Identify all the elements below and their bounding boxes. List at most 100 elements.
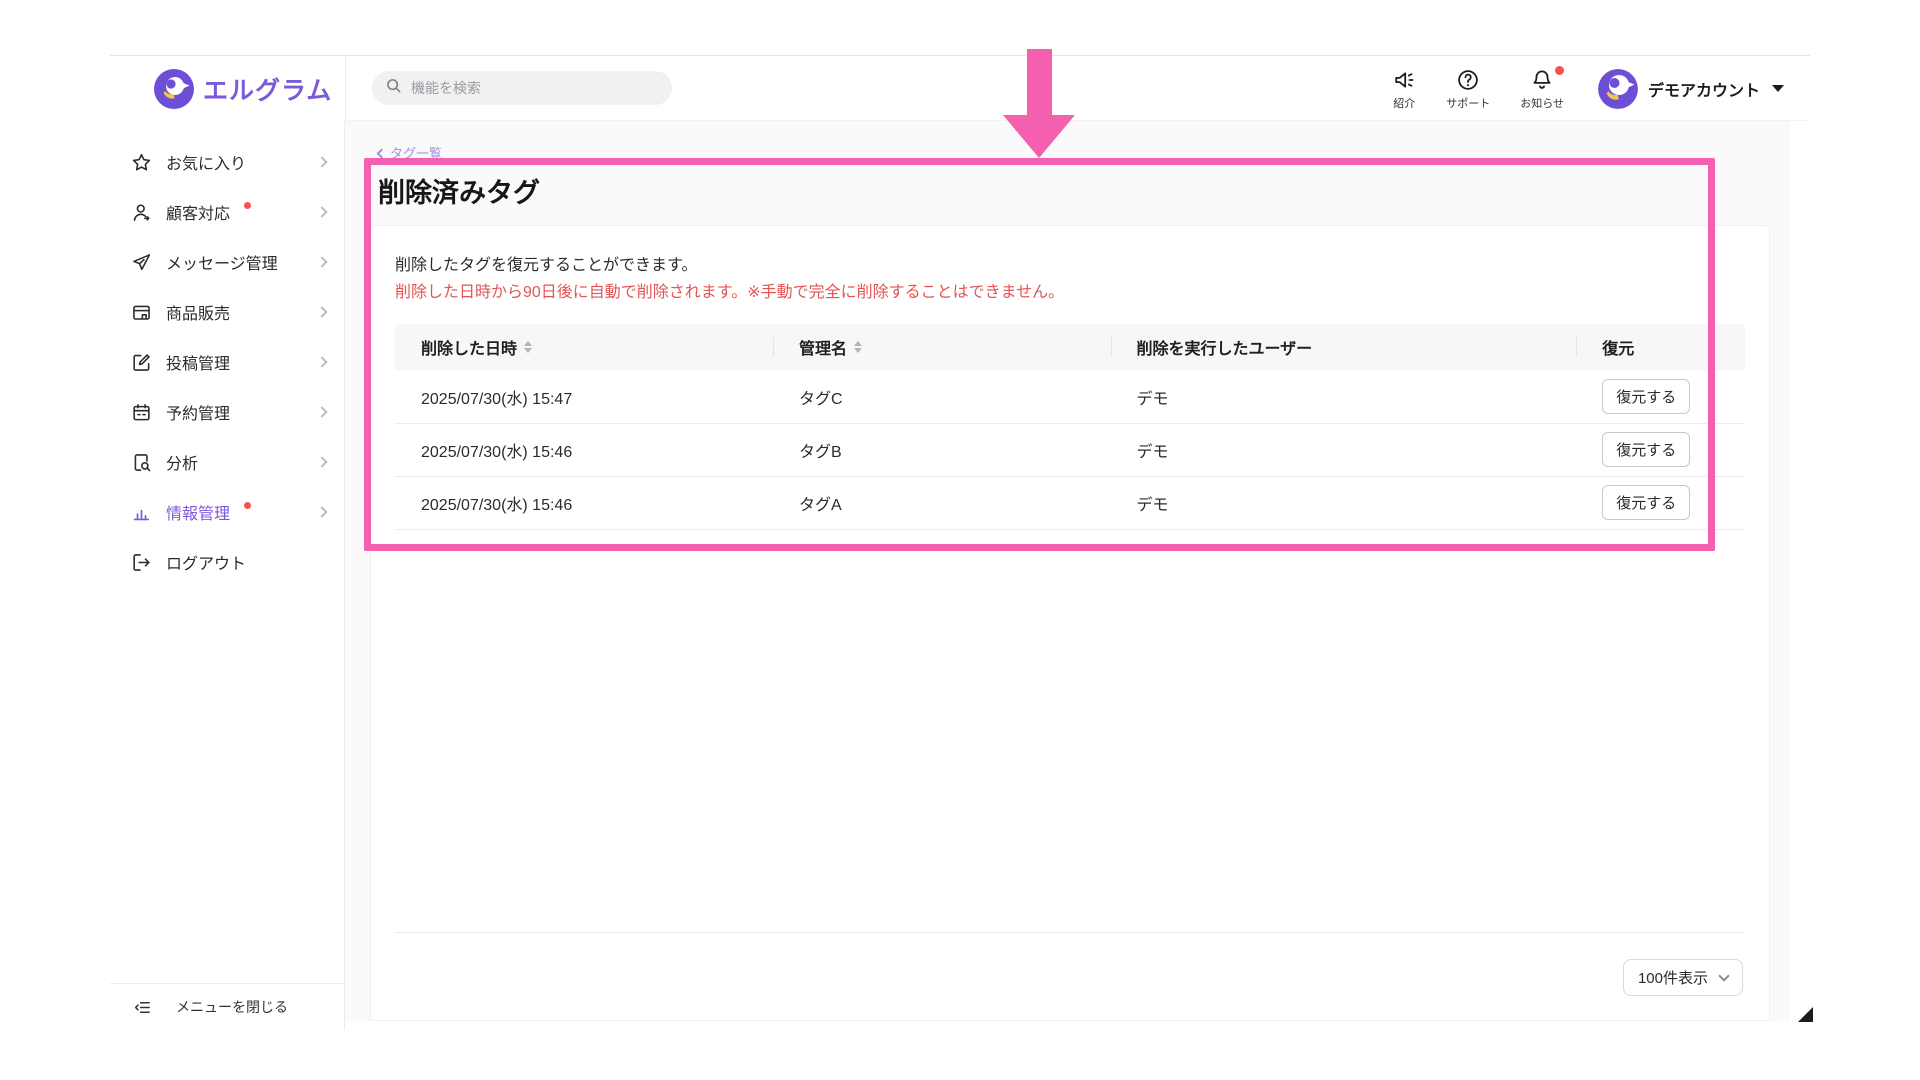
sort-icon — [524, 341, 532, 353]
cell-deleted-at: 2025/07/30(水) 15:47 — [395, 370, 773, 423]
bar-chart-icon — [131, 502, 152, 523]
table-row: 2025/07/30(水) 15:46 タグA デモ 復元する — [395, 476, 1745, 529]
breadcrumb-back-link[interactable]: タグ一覧 — [378, 143, 442, 162]
column-header-restore: 復元 — [1576, 324, 1745, 370]
chevron-left-icon — [377, 148, 387, 158]
chevron-down-icon — [1772, 85, 1784, 92]
card-footer: 100件表示 — [395, 932, 1745, 1020]
cell-deleted-at: 2025/07/30(水) 15:46 — [395, 476, 773, 529]
app-body: お気に入り 顧客対応 — [110, 121, 1810, 1030]
sidebar-item-label: 商品販売 — [166, 300, 230, 324]
spacer — [395, 530, 1745, 932]
cell-deleted-by: デモ — [1111, 370, 1577, 423]
header-main: 紹介 サポート — [345, 56, 1810, 121]
deleted-tags-table: 削除した日時 管理名 — [395, 324, 1745, 530]
account-menu[interactable]: デモアカウント — [1598, 66, 1784, 109]
notification-dot — [244, 502, 251, 509]
restore-button[interactable]: 復元する — [1602, 485, 1690, 520]
avatar — [1598, 69, 1638, 109]
column-label: 管理名 — [799, 335, 847, 359]
chevron-right-icon — [316, 406, 327, 417]
chevron-right-icon — [316, 206, 327, 217]
notifications-button[interactable]: お知らせ — [1520, 66, 1564, 111]
app-window: エルグラム — [110, 55, 1810, 1030]
table-row: 2025/07/30(水) 15:47 タグC デモ 復元する — [395, 370, 1745, 423]
chevron-right-icon — [316, 156, 327, 167]
calendar-icon — [131, 402, 152, 423]
breadcrumb-label: タグ一覧 — [390, 143, 442, 162]
search-input[interactable] — [411, 80, 659, 96]
app-logo[interactable]: エルグラム — [110, 56, 345, 121]
cell-tag-name: タグA — [773, 476, 1111, 529]
edit-icon — [131, 352, 152, 373]
intro-button[interactable]: 紹介 — [1392, 66, 1416, 111]
search-box[interactable] — [372, 71, 672, 105]
report-icon — [131, 452, 152, 473]
sidebar-item-product-sales[interactable]: 商品販売 — [110, 287, 344, 337]
search-icon — [385, 77, 402, 99]
person-icon — [131, 202, 152, 223]
page: エルグラム — [0, 0, 1920, 1080]
chevron-right-icon — [316, 306, 327, 317]
description-text: 削除したタグを復元することができます。 — [395, 252, 1745, 279]
sidebar-item-label: 予約管理 — [166, 400, 230, 424]
page-size-select[interactable]: 100件表示 — [1623, 959, 1743, 996]
restore-button[interactable]: 復元する — [1602, 432, 1690, 467]
chevron-right-icon — [316, 256, 327, 267]
sidebar-item-customer-support[interactable]: 顧客対応 — [110, 187, 344, 237]
sidebar-item-favorites[interactable]: お気に入り — [110, 137, 344, 187]
sidebar-item-label: ログアウト — [166, 550, 246, 574]
cell-deleted-by: デモ — [1111, 476, 1577, 529]
sidebar-item-label: メッセージ管理 — [166, 250, 278, 274]
sidebar-item-analytics[interactable]: 分析 — [110, 437, 344, 487]
logo-bird-icon — [154, 69, 194, 109]
sidebar-item-label: 分析 — [166, 450, 198, 474]
sidebar-item-label: 顧客対応 — [166, 200, 230, 224]
deleted-tags-card: 削除したタグを復元することができます。 削除した日時から90日後に自動で削除され… — [370, 225, 1770, 1021]
sidebar-item-post-management[interactable]: 投稿管理 — [110, 337, 344, 387]
column-label: 復元 — [1602, 335, 1634, 359]
sidebar-item-logout[interactable]: ログアウト — [110, 537, 344, 587]
column-label: 削除した日時 — [421, 335, 517, 359]
page-title: 削除済みタグ — [378, 171, 1770, 210]
support-button[interactable]: サポート — [1446, 66, 1490, 111]
chevron-right-icon — [316, 456, 327, 467]
sidebar-item-reservation-management[interactable]: 予約管理 — [110, 387, 344, 437]
bell-icon — [1530, 68, 1554, 92]
logout-icon — [131, 552, 152, 573]
column-header-name[interactable]: 管理名 — [773, 324, 1111, 370]
resize-handle-icon — [1798, 1007, 1813, 1022]
collapse-menu-label: メニューを閉じる — [176, 997, 288, 1017]
top-bar: エルグラム — [110, 56, 1810, 121]
chevron-right-icon — [316, 356, 327, 367]
warning-text: 削除した日時から90日後に自動で削除されます。※手動で完全に削除することはできま… — [395, 279, 1745, 306]
collapse-menu-button[interactable]: メニューを閉じる — [110, 983, 344, 1030]
action-label: お知らせ — [1520, 95, 1564, 111]
notification-dot — [244, 202, 251, 209]
sidebar-item-label: 情報管理 — [166, 500, 230, 524]
star-icon — [131, 152, 152, 173]
main-area: タグ一覧 削除済みタグ 削除したタグを復元することができます。 削除した日時から… — [345, 121, 1810, 1030]
header-actions: 紹介 サポート — [1392, 66, 1784, 111]
logo-text: エルグラム — [203, 71, 332, 107]
chevron-right-icon — [316, 506, 327, 517]
page-size-label: 100件表示 — [1638, 967, 1708, 988]
column-label: 削除を実行したユーザー — [1137, 335, 1313, 359]
table-header-row: 削除した日時 管理名 — [395, 324, 1745, 370]
sidebar: お気に入り 顧客対応 — [110, 121, 345, 1030]
restore-button[interactable]: 復元する — [1602, 379, 1690, 414]
sidebar-item-message-management[interactable]: メッセージ管理 — [110, 237, 344, 287]
main-surface: タグ一覧 削除済みタグ 削除したタグを復元することができます。 削除した日時から… — [345, 121, 1790, 1021]
column-header-deleted-at[interactable]: 削除した日時 — [395, 324, 773, 370]
table-row: 2025/07/30(水) 15:46 タグB デモ 復元する — [395, 423, 1745, 476]
chevron-down-icon — [1718, 970, 1729, 981]
megaphone-icon — [1392, 68, 1416, 92]
cell-deleted-by: デモ — [1111, 423, 1577, 476]
cell-tag-name: タグC — [773, 370, 1111, 423]
sidebar-item-information-management[interactable]: 情報管理 — [110, 487, 344, 537]
action-label: 紹介 — [1393, 95, 1415, 111]
account-name: デモアカウント — [1648, 77, 1760, 101]
sidebar-item-label: 投稿管理 — [166, 350, 230, 374]
help-icon — [1456, 68, 1480, 92]
notification-badge — [1555, 66, 1564, 75]
